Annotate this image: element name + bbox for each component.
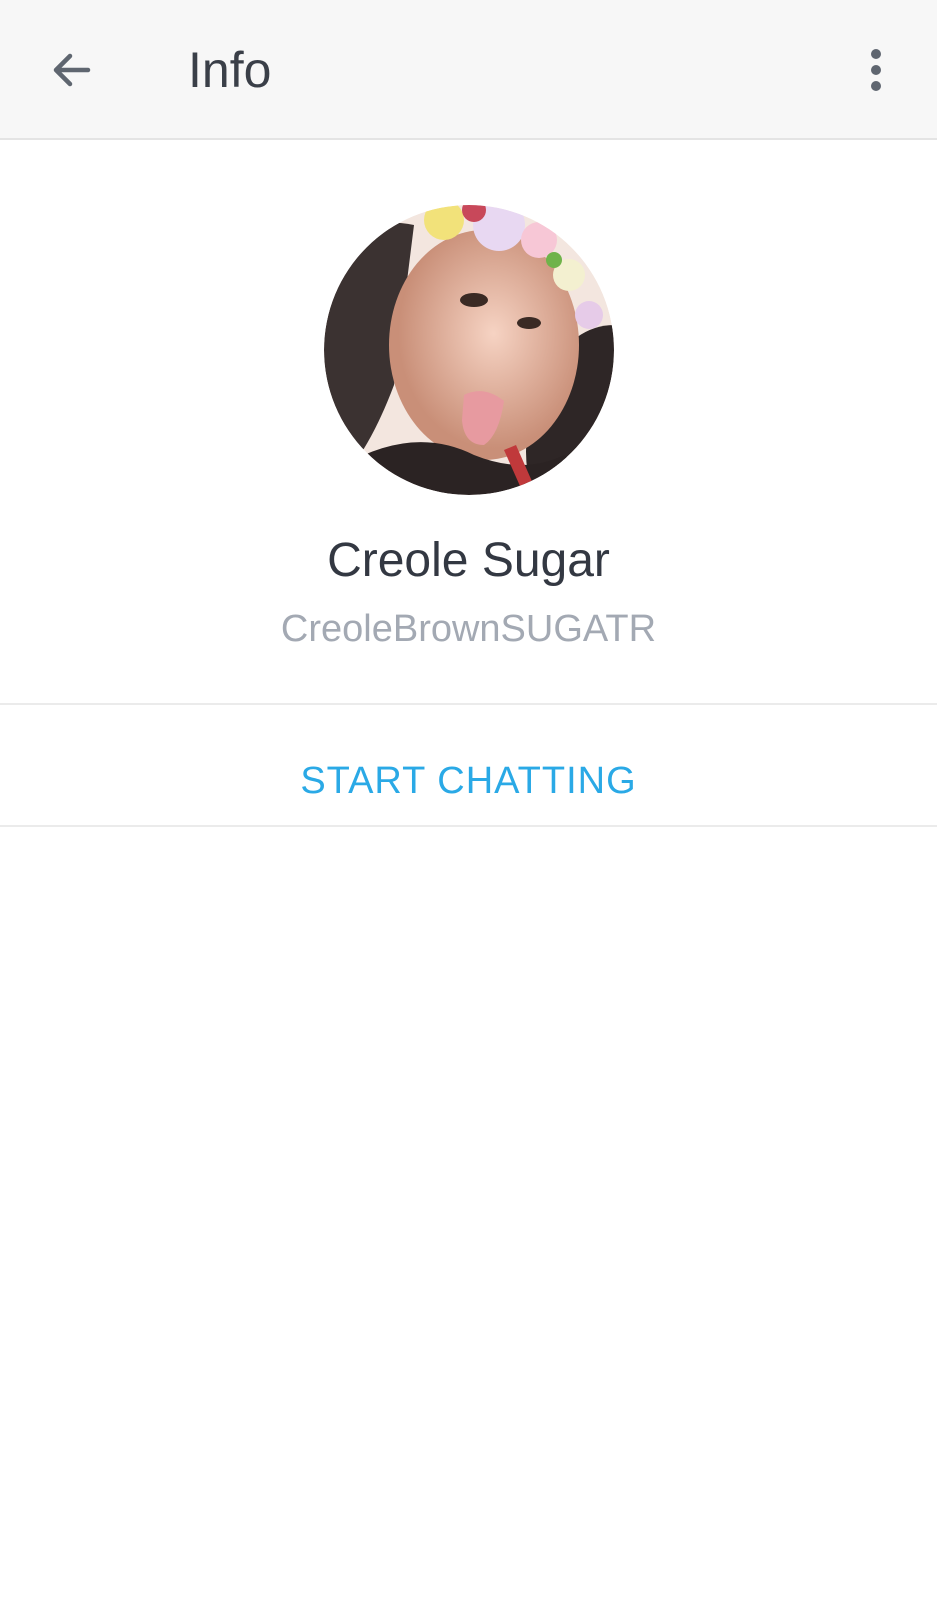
start-chatting-button[interactable]: START CHATTING <box>0 720 937 842</box>
profile-photo <box>324 205 614 495</box>
page-title: Info <box>188 42 272 98</box>
avatar[interactable] <box>324 205 614 495</box>
more-vertical-icon <box>871 49 881 91</box>
app-screen: Info Creole Sugar CreoleBrownSUGATR STAR… <box>0 0 937 1600</box>
contact-username: CreoleBrownSUGATR <box>280 608 657 650</box>
contact-display-name: Creole Sugar <box>327 534 610 587</box>
divider-top <box>0 703 937 705</box>
top-app-bar: Info <box>0 0 937 140</box>
arrow-left-icon <box>53 53 91 87</box>
back-button[interactable] <box>36 34 108 106</box>
overflow-menu-button[interactable] <box>840 34 912 106</box>
divider-bottom <box>0 825 937 827</box>
